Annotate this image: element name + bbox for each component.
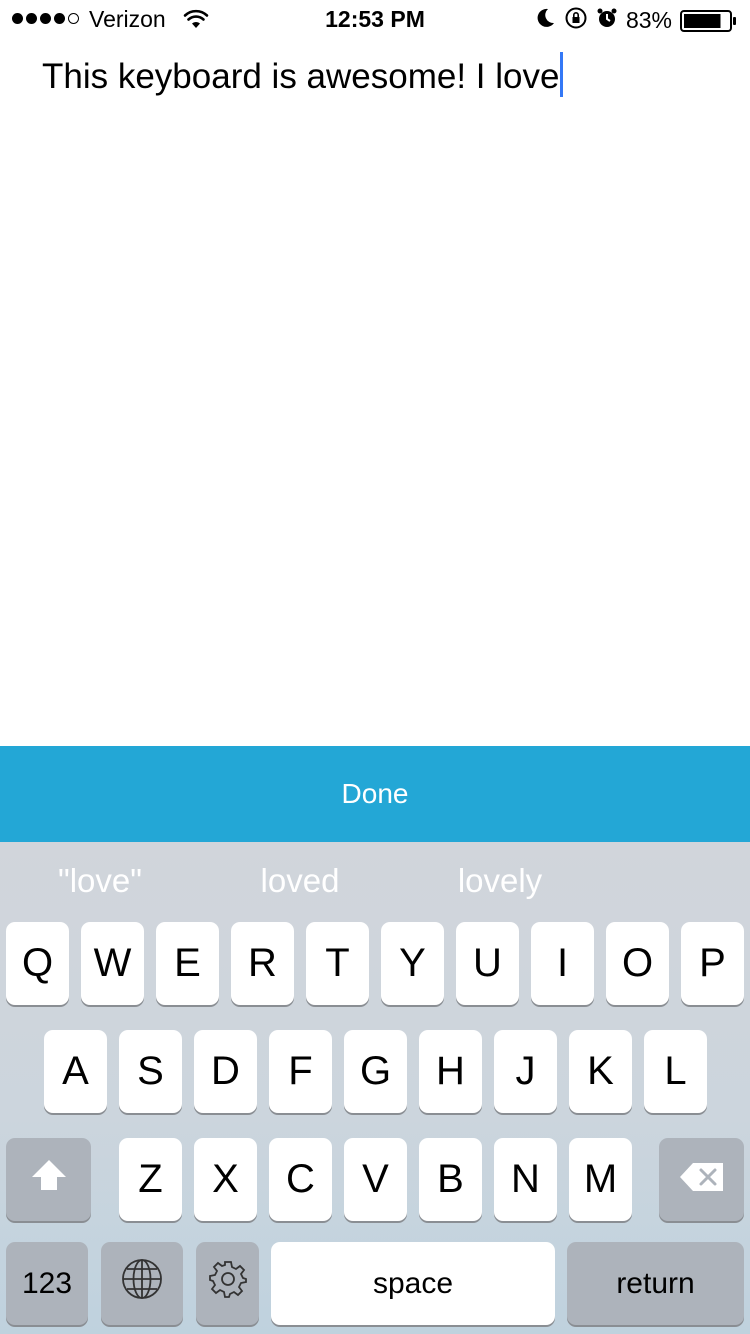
done-button[interactable]: Done: [342, 778, 409, 810]
key-f[interactable]: F: [269, 1030, 332, 1113]
suggestion-item[interactable]: "love": [0, 862, 200, 900]
keyboard: "love" loved lovely Q W E R T Y U I O P …: [0, 842, 750, 1334]
keyboard-toolbar: Done: [0, 746, 750, 842]
key-z[interactable]: Z: [119, 1138, 182, 1221]
key-j[interactable]: J: [494, 1030, 557, 1113]
backspace-icon: [679, 1157, 725, 1202]
suggestion-item[interactable]: lovely: [400, 862, 600, 900]
rotation-lock-icon: [564, 6, 588, 35]
key-y[interactable]: Y: [381, 922, 444, 1005]
key-n[interactable]: N: [494, 1138, 557, 1221]
key-e[interactable]: E: [156, 922, 219, 1005]
key-x[interactable]: X: [194, 1138, 257, 1221]
shift-icon: [30, 1157, 68, 1202]
key-d[interactable]: D: [194, 1030, 257, 1113]
space-key[interactable]: space: [271, 1242, 555, 1325]
backspace-key[interactable]: [659, 1138, 744, 1221]
suggestion-item[interactable]: loved: [200, 862, 400, 900]
globe-key[interactable]: [101, 1242, 183, 1325]
return-key[interactable]: return: [567, 1242, 744, 1325]
alarm-icon: [596, 7, 618, 34]
key-q[interactable]: Q: [6, 922, 69, 1005]
key-u[interactable]: U: [456, 922, 519, 1005]
key-b[interactable]: B: [419, 1138, 482, 1221]
key-c[interactable]: C: [269, 1138, 332, 1221]
key-p[interactable]: P: [681, 922, 744, 1005]
key-g[interactable]: G: [344, 1030, 407, 1113]
gear-icon: [208, 1259, 248, 1309]
predictive-suggestions-bar: "love" loved lovely: [0, 842, 750, 922]
moon-icon: [534, 7, 556, 34]
shift-key[interactable]: [6, 1138, 91, 1221]
numbers-key[interactable]: 123: [6, 1242, 88, 1325]
key-s[interactable]: S: [119, 1030, 182, 1113]
key-m[interactable]: M: [569, 1138, 632, 1221]
globe-icon: [121, 1258, 163, 1310]
key-h[interactable]: H: [419, 1030, 482, 1113]
text-editor[interactable]: This keyboard is awesome! I love: [42, 52, 564, 101]
key-r[interactable]: R: [231, 922, 294, 1005]
battery-percentage: 83%: [625, 7, 672, 33]
key-a[interactable]: A: [44, 1030, 107, 1113]
battery-icon: [680, 9, 738, 32]
key-o[interactable]: O: [606, 922, 669, 1005]
key-k[interactable]: K: [569, 1030, 632, 1113]
key-i[interactable]: I: [531, 922, 594, 1005]
text-cursor: [560, 52, 564, 97]
editor-text: This keyboard is awesome! I love: [42, 56, 560, 96]
status-bar: Verizon 12:53 PM 83%: [0, 0, 750, 40]
key-w[interactable]: W: [81, 922, 144, 1005]
key-l[interactable]: L: [644, 1030, 707, 1113]
key-t[interactable]: T: [306, 922, 369, 1005]
key-v[interactable]: V: [344, 1138, 407, 1221]
settings-key[interactable]: [196, 1242, 259, 1325]
